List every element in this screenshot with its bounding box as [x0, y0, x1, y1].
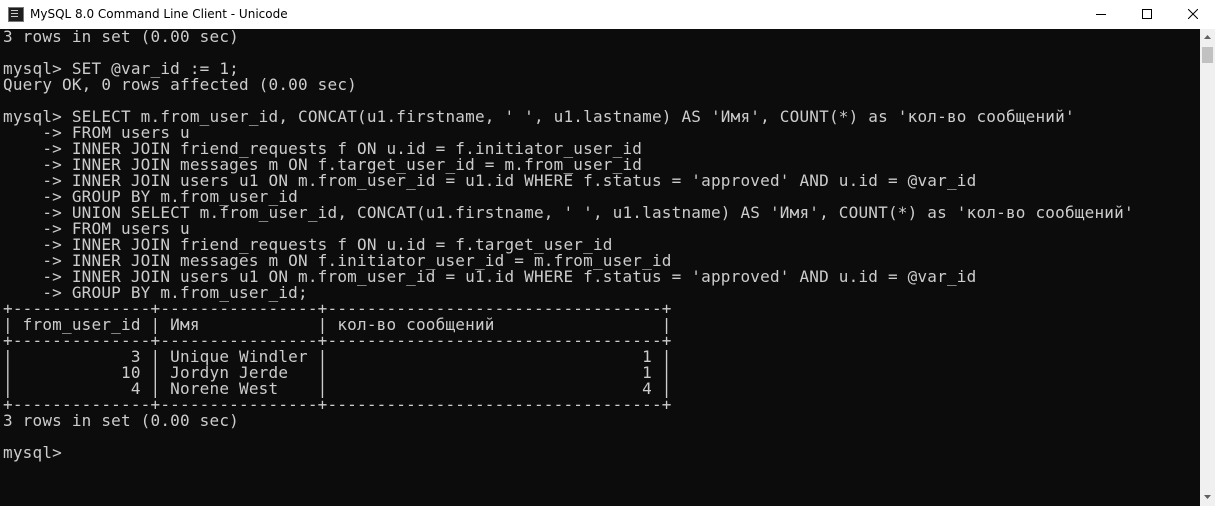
minimize-icon: [1096, 14, 1106, 15]
maximize-icon: [1142, 9, 1152, 19]
chevron-up-icon: [1204, 35, 1211, 39]
console-window: MySQL 8.0 Command Line Client - Unicode …: [0, 0, 1215, 506]
chevron-down-icon: [1204, 495, 1211, 499]
console-line: 3 rows in set (0.00 sec): [3, 411, 239, 430]
console-line: 3 rows in set (0.00 sec): [3, 29, 239, 46]
console-lines: 3 rows in set (0.00 sec) mysql> SET @var_…: [3, 29, 1134, 461]
scroll-down-button[interactable]: [1200, 489, 1215, 506]
close-icon: [1188, 9, 1198, 19]
scrollbar-thumb[interactable]: [1202, 47, 1213, 63]
vertical-scrollbar[interactable]: [1200, 29, 1215, 506]
minimize-button[interactable]: [1078, 0, 1124, 29]
window-title: MySQL 8.0 Command Line Client - Unicode: [30, 7, 288, 21]
maximize-button[interactable]: [1124, 0, 1170, 29]
console-line: Query OK, 0 rows affected (0.00 sec): [3, 75, 357, 94]
scroll-up-button[interactable]: [1200, 29, 1215, 46]
console-output[interactable]: 3 rows in set (0.00 sec) mysql> SET @var_…: [0, 29, 1200, 506]
title-bar[interactable]: MySQL 8.0 Command Line Client - Unicode: [0, 0, 1215, 29]
console-line: mysql>: [3, 443, 62, 462]
console-app-icon: [8, 7, 24, 22]
close-button[interactable]: [1170, 0, 1215, 29]
